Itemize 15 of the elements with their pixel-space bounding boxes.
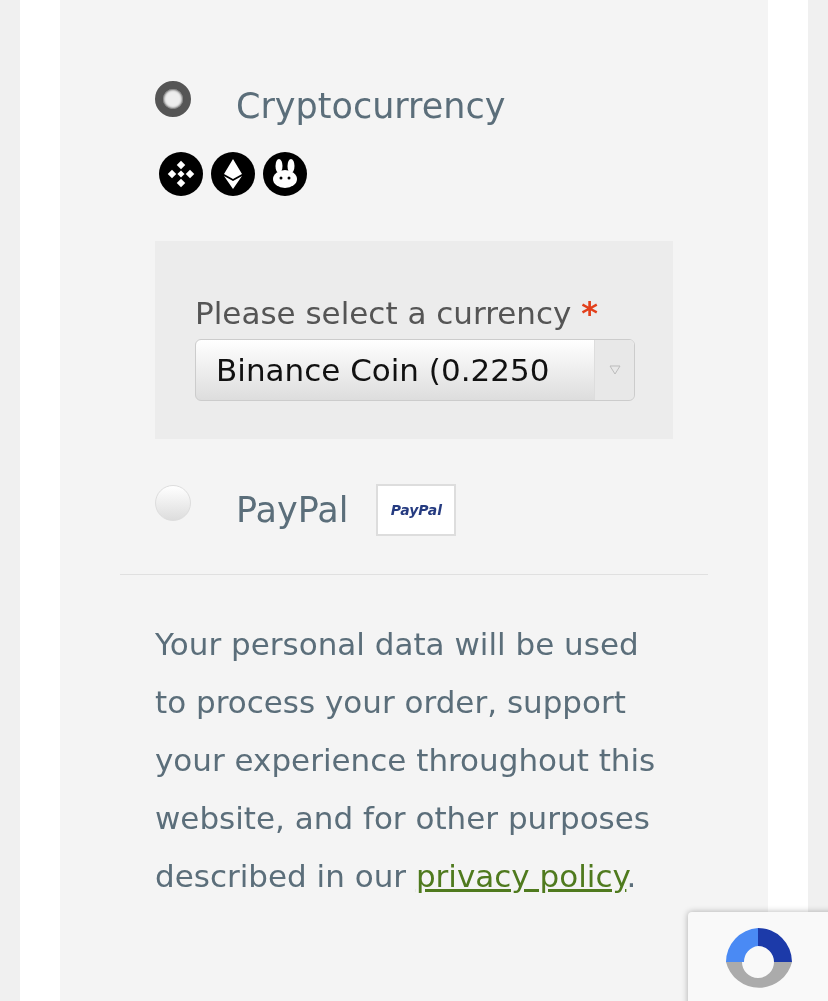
payment-method-label[interactable]: Cryptocurrency (236, 82, 506, 130)
rabbit-icon (263, 152, 307, 196)
paypal-logo: PayPal (376, 484, 457, 536)
select-value: Binance Coin (0.2250 (215, 351, 551, 390)
binance-coin-icon (159, 152, 203, 196)
payment-method-label[interactable]: PayPal (236, 486, 349, 534)
caret-icon (608, 365, 621, 375)
required-mark: * (581, 293, 599, 333)
currency-select[interactable]: Binance Coin (0.2250 (195, 339, 635, 401)
privacy-policy-link[interactable]: privacy policy (415, 858, 627, 894)
ethereum-icon (211, 152, 255, 196)
field-label: Please select a currency (195, 294, 572, 333)
recaptcha-badge[interactable] (688, 912, 828, 1001)
radio-button[interactable] (155, 81, 191, 117)
privacy-notice: Your personal data will be used to process your order, support your experience throughout this website, and for other purposes described in our privacy policy. (155, 625, 657, 896)
